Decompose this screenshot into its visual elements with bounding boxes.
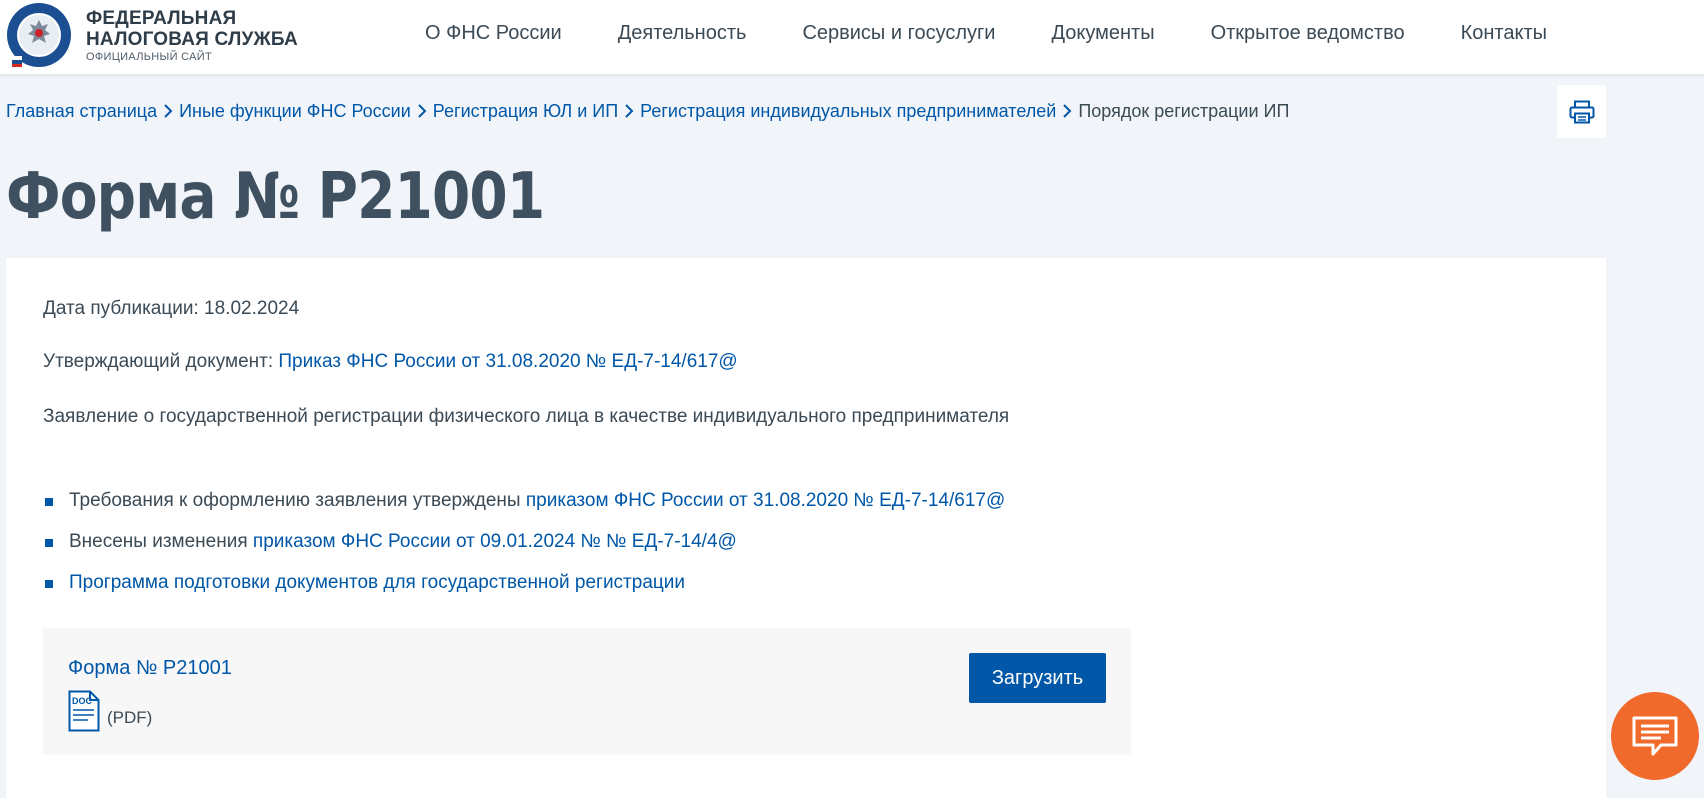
list-item: Требования к оформлению заявления утверж…	[43, 490, 1005, 531]
print-button[interactable]	[1557, 85, 1606, 138]
main-nav: О ФНС России Деятельность Сервисы и госу…	[425, 22, 1547, 45]
site-header: ФЕДЕРАЛЬНАЯ НАЛОГОВАЯ СЛУЖБА ОФИЦИАЛЬНЫЙ…	[0, 0, 1704, 74]
printer-icon	[1569, 100, 1594, 123]
file-title-link[interactable]: Форма № Р21001	[68, 657, 232, 680]
list-item: Внесены изменения приказом ФНС России от…	[43, 531, 1005, 572]
form-description: Заявление о государственной регистрации …	[43, 406, 1010, 427]
chat-icon	[1632, 716, 1678, 756]
breadcrumb-ip-registration[interactable]: Регистрация индивидуальных предпринимате…	[640, 101, 1056, 122]
list-item-link[interactable]: приказом ФНС России от 31.08.2020 № ЕД-7…	[526, 490, 1005, 511]
chevron-right-icon	[411, 101, 433, 122]
chevron-right-icon	[1056, 101, 1078, 122]
list-item-link[interactable]: Программа подготовки документов для госу…	[69, 572, 685, 593]
chevron-right-icon	[618, 101, 640, 122]
bullet-square-icon	[45, 539, 53, 547]
nav-open-agency[interactable]: Открытое ведомство	[1211, 22, 1405, 45]
approving-document-link[interactable]: Приказ ФНС России от 31.08.2020 № ЕД-7-1…	[278, 351, 737, 372]
page-title: Форма № Р21001	[6, 160, 545, 234]
bullet-square-icon	[45, 580, 53, 588]
list-item-text: Требования к оформлению заявления утверж…	[69, 490, 526, 511]
chevron-right-icon	[157, 101, 179, 122]
breadcrumb-other-functions[interactable]: Иные функции ФНС России	[179, 101, 411, 122]
bullet-square-icon	[45, 498, 53, 506]
nav-activity[interactable]: Деятельность	[618, 22, 747, 45]
document-file-icon: DOC	[68, 690, 100, 732]
content-card: Дата публикации: 18.02.2024 Утверждающий…	[6, 258, 1606, 798]
list-item: Программа подготовки документов для госу…	[43, 572, 1005, 613]
nav-about[interactable]: О ФНС России	[425, 22, 562, 45]
breadcrumb: Главная страница Иные функции ФНС России…	[6, 101, 1289, 122]
file-download-box: Форма № Р21001 DOC (PDF) Загрузить	[43, 628, 1131, 755]
breadcrumb-registration[interactable]: Регистрация ЮЛ и ИП	[433, 101, 618, 122]
brand-line-1: ФЕДЕРАЛЬНАЯ	[86, 8, 237, 29]
download-button[interactable]: Загрузить	[969, 653, 1106, 703]
file-type: (PDF)	[107, 708, 153, 727]
requirements-list: Требования к оформлению заявления утверж…	[43, 490, 1005, 613]
list-item-link[interactable]: приказом ФНС России от 09.01.2024 № № ЕД…	[253, 531, 737, 552]
nav-documents[interactable]: Документы	[1051, 22, 1154, 45]
brand-line-2: НАЛОГОВАЯ СЛУЖБА	[86, 29, 298, 50]
nav-services[interactable]: Сервисы и госуслуги	[802, 22, 995, 45]
approving-label: Утверждающий документ:	[43, 351, 274, 372]
fns-logo[interactable]	[6, 2, 72, 68]
file-icon-label: DOC	[72, 696, 93, 706]
list-item-text: Внесены изменения	[69, 531, 253, 552]
approving-document: Утверждающий документ: Приказ ФНС России…	[43, 351, 738, 373]
brand-subtitle: ОФИЦИАЛЬНЫЙ САЙТ	[86, 51, 212, 63]
publication-date: Дата публикации: 18.02.2024	[43, 298, 300, 319]
brand-name[interactable]: ФЕДЕРАЛЬНАЯ НАЛОГОВАЯ СЛУЖБА ОФИЦИАЛЬНЫЙ…	[86, 9, 298, 63]
breadcrumb-home[interactable]: Главная страница	[6, 101, 157, 122]
breadcrumb-current: Порядок регистрации ИП	[1078, 101, 1290, 121]
nav-contacts[interactable]: Контакты	[1461, 22, 1547, 45]
chat-button[interactable]	[1611, 692, 1699, 780]
